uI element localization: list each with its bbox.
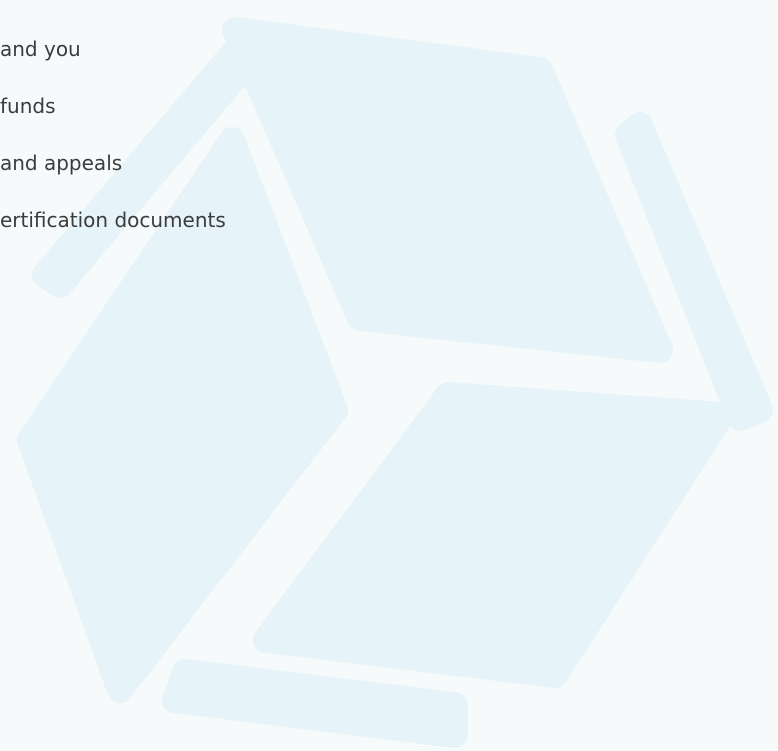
menu-item-and-you[interactable]: and you [0, 37, 81, 61]
cube-right-arm [615, 112, 773, 431]
menu-item-and-appeals[interactable]: and appeals [0, 151, 122, 175]
cube-logo-icon [17, 17, 773, 748]
page: and you funds and appeals ertification d… [0, 0, 778, 751]
menu-item-certification-documents[interactable]: ertification documents [0, 208, 226, 232]
cube-right-face [253, 382, 735, 688]
menu-item-funds[interactable]: funds [0, 94, 56, 118]
cube-bottom-arm [162, 659, 468, 748]
